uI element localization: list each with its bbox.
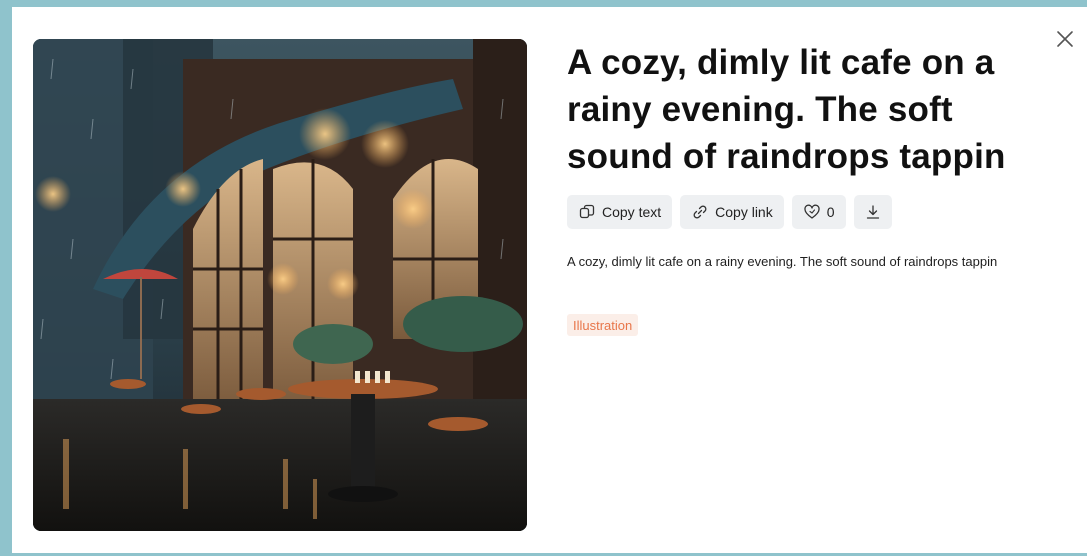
copy-icon bbox=[579, 204, 595, 219]
copy-text-label: Copy text bbox=[602, 204, 662, 220]
download-icon bbox=[866, 205, 879, 219]
rainy-cafe-illustration bbox=[33, 39, 527, 531]
copy-link-button[interactable]: Copy link bbox=[680, 195, 784, 229]
copy-link-label: Copy link bbox=[715, 204, 773, 220]
image-detail-modal: A cozy, dimly lit cafe on a rainy evenin… bbox=[12, 7, 1087, 553]
like-button[interactable]: 0 bbox=[791, 195, 846, 229]
image-title: A cozy, dimly lit cafe on a rainy evenin… bbox=[567, 43, 1006, 176]
download-button[interactable] bbox=[853, 195, 892, 229]
image-description: A cozy, dimly lit cafe on a rainy evenin… bbox=[567, 254, 998, 269]
close-button[interactable] bbox=[1055, 29, 1075, 49]
like-count: 0 bbox=[826, 204, 835, 220]
category-tag[interactable]: Illustration bbox=[567, 314, 639, 336]
action-bar: Copy text Copy link 0 bbox=[567, 195, 892, 229]
copy-text-button[interactable]: Copy text bbox=[567, 195, 673, 229]
close-icon bbox=[1057, 31, 1073, 47]
link-icon bbox=[693, 205, 707, 219]
generated-image[interactable] bbox=[33, 39, 527, 531]
heart-icon bbox=[804, 204, 820, 219]
page-background: A cozy, dimly lit cafe on a rainy evenin… bbox=[0, 0, 1087, 556]
